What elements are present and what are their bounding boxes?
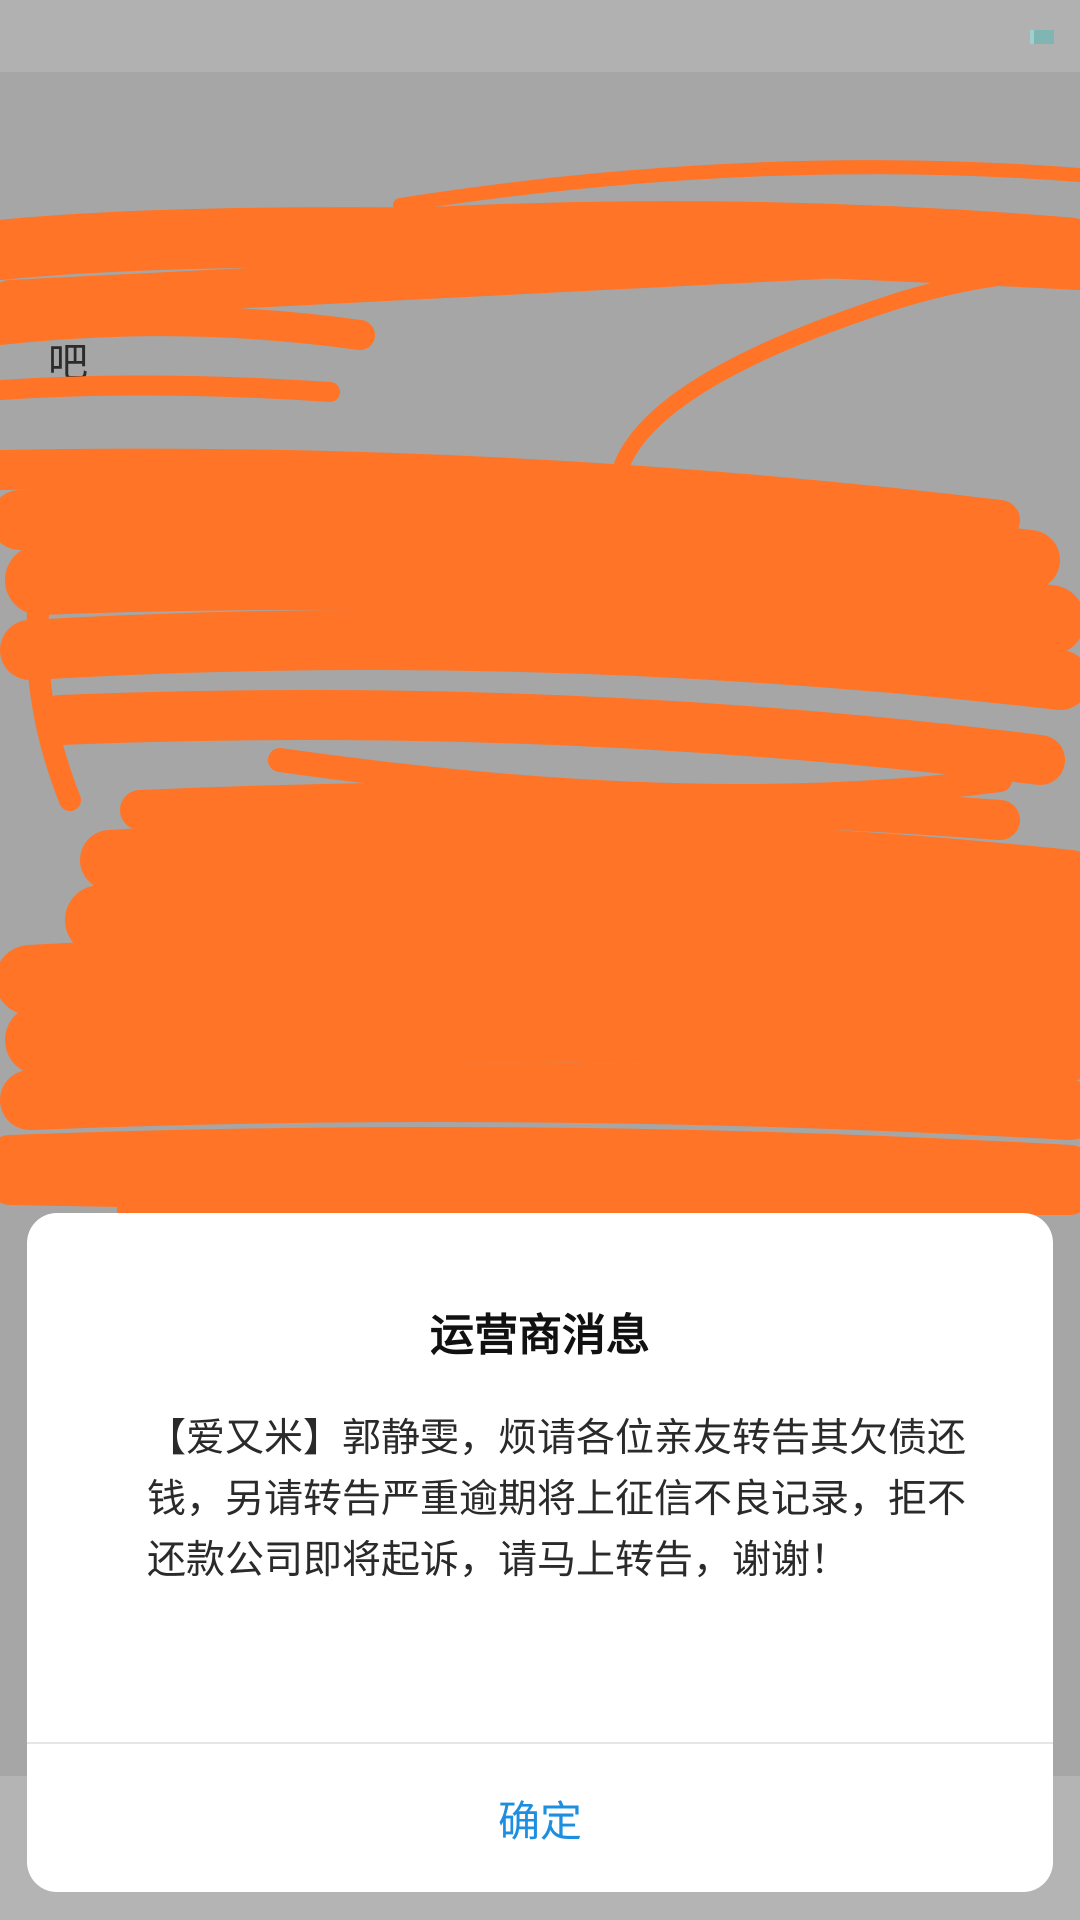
dialog-title: 运营商消息 [430, 1310, 650, 1361]
background-text-fragment: 兰 [48, 950, 88, 996]
carrier-message-dialog: 运营商消息 【爱又米】郭静雯，烦请各位亲友转告其欠债还钱，另请转告严重逾期将上征… [27, 1213, 1053, 1892]
notification-icon [1030, 30, 1054, 44]
confirm-button[interactable]: 确定 [27, 1744, 1053, 1892]
background-text-fragment: 吧 [48, 340, 88, 386]
dialog-message: 【爱又米】郭静雯，烦请各位亲友转告其欠债还钱，另请转告严重逾期将上征信不良记录，… [147, 1416, 967, 1583]
background-text-fragment: 司 [970, 540, 1010, 586]
status-bar [0, 0, 1080, 72]
